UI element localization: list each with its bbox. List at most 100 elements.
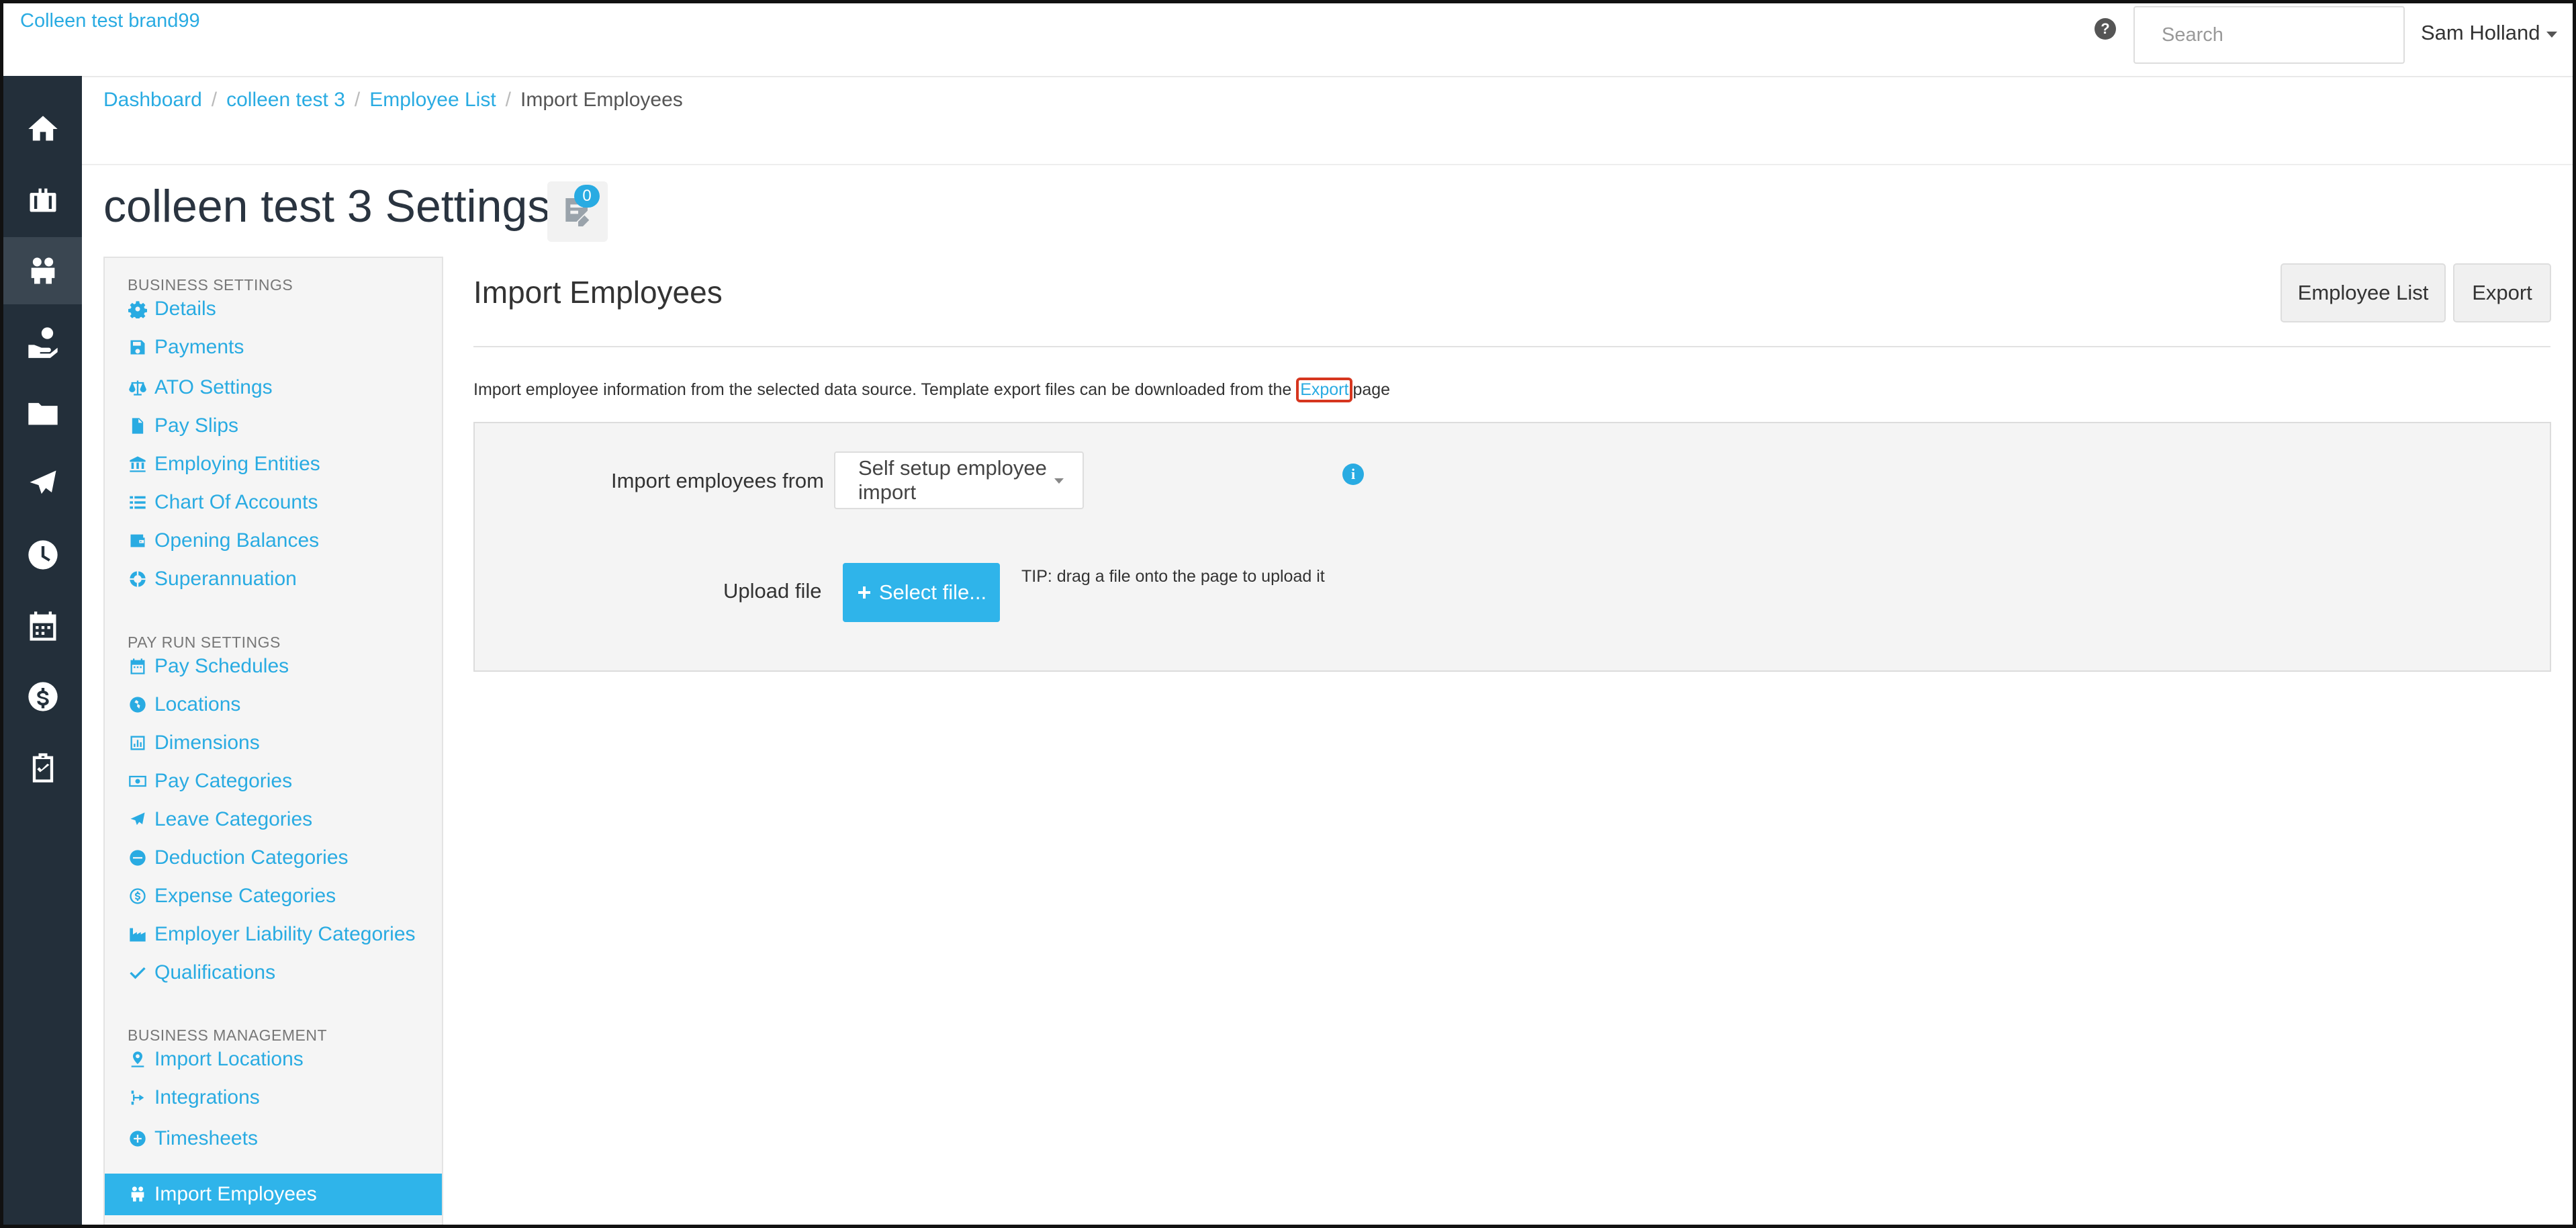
breadcrumb-current: Import Employees [520,89,683,111]
nav-qualifications[interactable]: Qualifications [128,957,442,988]
nav-label: Employing Entities [154,453,320,475]
notes-count-badge: 0 [574,185,600,208]
clipboard-check-icon [32,753,53,783]
nav-label: Import Employees [154,1183,317,1205]
search-input[interactable] [2133,6,2405,64]
nav-label: Leave Categories [154,808,313,830]
rail-roster[interactable] [3,593,82,660]
calendar-icon [130,658,145,674]
calendar-icon [30,611,56,641]
import-source-select[interactable]: Self setup employee import [834,451,1084,509]
wallet-icon [130,534,145,547]
plane-icon [130,812,145,826]
nav-import-employees[interactable]: Import Employees [105,1174,442,1215]
rail-time[interactable] [3,521,82,588]
home-icon [28,116,58,141]
nav-import-locations[interactable]: Import Locations [128,1044,442,1075]
brand-link[interactable]: Colleen test brand99 [20,10,200,32]
nav-timesheets[interactable]: Timesheets [128,1123,442,1154]
people-icon [31,257,54,284]
floppy-disk-icon [130,340,145,355]
gear-icon [128,301,147,318]
nav-integrations[interactable]: Integrations [128,1082,442,1113]
nav-ato-settings[interactable]: ATO Settings [128,372,442,403]
nav-label: Qualifications [154,961,276,983]
share-nodes-icon [131,1090,144,1105]
nav-dimensions[interactable]: Dimensions [128,728,442,758]
chevron-down-icon [2546,31,2558,38]
page-title: colleen test 3 Settings [103,181,551,232]
section-heading-business-management: BUSINESS MANAGEMENT [128,1026,328,1044]
nav-pay-schedules[interactable]: Pay Schedules [128,651,442,682]
chevron-down-icon [1054,478,1064,484]
nav-label: Integrations [154,1086,260,1108]
employee-list-button[interactable]: Employee List [2281,263,2446,322]
nav-expense-categories[interactable]: Expense Categories [128,881,442,912]
plane-icon [30,470,56,494]
nav-label: Employer Liability Categories [154,923,416,945]
select-file-button[interactable]: Select file... [843,563,1000,622]
settings-sidebar: BUSINESS SETTINGS Details Payments ATO S… [103,257,443,1228]
nav-employing-entities[interactable]: Employing Entities [128,449,442,480]
nav-deduction-categories[interactable]: Deduction Categories [128,842,442,873]
rail-pay[interactable] [3,308,82,376]
breadcrumb-employee-list[interactable]: Employee List [369,89,496,112]
nav-details[interactable]: Details [128,294,442,324]
rail-home[interactable] [3,95,82,163]
export-button[interactable]: Export [2453,263,2551,322]
plus-icon [858,586,870,599]
rail-leave[interactable] [3,450,82,517]
breadcrumb-separator: / [354,89,361,111]
top-bar: Colleen test brand99 ? Sam Holland [3,3,2573,77]
section-heading-business-settings: BUSINESS SETTINGS [128,276,293,294]
bank-icon [130,456,146,472]
factory-icon [130,928,146,942]
nav-locations[interactable]: Locations [128,689,442,720]
description-text: Import employee information from the sel… [473,380,1297,399]
export-link-highlight: Export [1296,378,1353,402]
nav-label: Superannuation [154,568,297,590]
help-icon[interactable]: ? [2095,18,2116,40]
import-form-panel: Import employees from Self setup employe… [473,422,2551,672]
nav-opening-balances[interactable]: Opening Balances [128,525,442,556]
section-title: Import Employees [473,275,723,310]
list-icon [130,496,146,509]
import-description: Import employee information from the sel… [473,378,1391,402]
breadcrumb-separator: / [211,89,218,111]
nav-pay-slips[interactable]: Pay Slips [128,410,442,441]
export-page-link[interactable]: Export [1300,380,1348,399]
nav-employer-liability-categories[interactable]: Employer Liability Categories [128,919,442,950]
info-icon[interactable]: i [1342,464,1364,485]
nav-label: Opening Balances [154,529,320,552]
rail-documents[interactable] [3,380,82,447]
nav-leave-categories[interactable]: Leave Categories [128,804,442,835]
breadcrumb: Dashboard / colleen test 3 / Employee Li… [103,89,683,112]
nav-payments[interactable]: Payments [128,332,442,363]
dollar-icon [28,682,58,711]
description-text-end: page [1352,380,1391,399]
user-menu[interactable]: Sam Holland [2421,21,2558,45]
globe-icon [130,697,146,713]
notes-button[interactable]: 0 [547,181,608,242]
rail-employees[interactable] [3,237,82,304]
breadcrumb-dashboard[interactable]: Dashboard [103,89,202,112]
rail-tasks[interactable] [3,734,82,801]
nav-pay-categories[interactable]: Pay Categories [128,766,442,797]
rail-payments[interactable] [3,663,82,730]
nav-chart-of-accounts[interactable]: Chart Of Accounts [128,487,442,518]
nav-superannuation[interactable]: Superannuation [128,564,442,595]
banknote-icon [129,775,146,787]
nav-label: Pay Slips [154,414,239,437]
nav-label: Timesheets [154,1127,258,1149]
breadcrumb-divider [82,164,2573,165]
breadcrumb-business[interactable]: colleen test 3 [226,89,345,112]
section-heading-pay-run-settings: PAY RUN SETTINGS [128,633,281,651]
select-file-label: Select file... [878,580,987,604]
lifebuoy-icon [130,571,146,587]
import-source-value: Self setup employee import [858,456,1047,504]
bar-chart-icon [130,736,145,750]
nav-label: Import Locations [154,1048,304,1070]
rail-business[interactable] [3,167,82,234]
clock-icon [28,540,58,570]
location-pin-icon [131,1051,144,1067]
